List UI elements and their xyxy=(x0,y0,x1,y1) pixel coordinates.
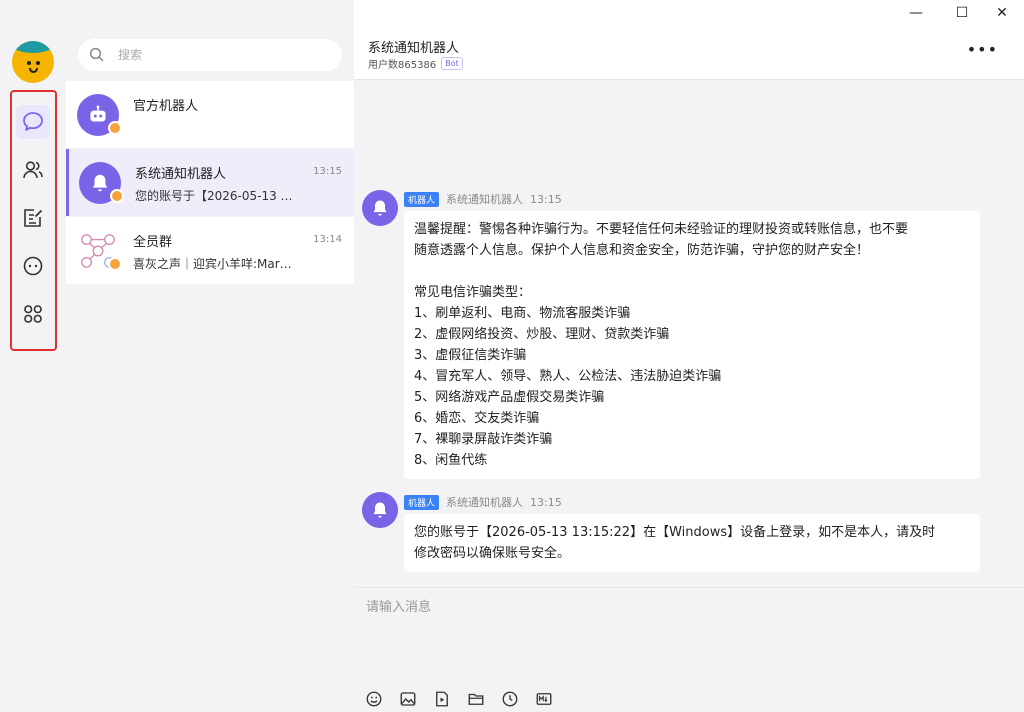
member-count: 用户数865386 xyxy=(368,60,437,71)
verified-badge xyxy=(110,189,124,203)
bell-icon xyxy=(92,174,108,192)
avatar-mouth xyxy=(29,68,38,73)
conversation-time: 13:15 xyxy=(313,166,342,177)
conversation-item[interactable]: 全员群 13:14 喜灰之声｜迎宾小羊咩:Mar… xyxy=(66,217,354,284)
message-meta: 机器人 系统通知机器人 13:15 xyxy=(404,494,562,510)
notes-edit-icon xyxy=(24,209,43,227)
message-sender: 系统通知机器人 xyxy=(446,496,524,509)
message-bubble: 温馨提醒：警惕各种诈骗行为。不要轻信任何未经验证的理财投资或转账信息，也不要 随… xyxy=(404,211,980,479)
robot-tag: 机器人 xyxy=(404,494,440,510)
conversation-item-active[interactable]: 系统通知机器人 13:15 您的账号于【2026-05-13 … xyxy=(66,149,354,216)
message-meta: 机器人 系统通知机器人 13:15 xyxy=(404,191,562,207)
message-avatar[interactable] xyxy=(362,190,398,226)
message-line: 您的账号于【2026-05-13 13:15:22】在【Windows】设备上登… xyxy=(414,525,936,540)
more-options-button[interactable]: ••• xyxy=(967,40,998,59)
message-avatar[interactable] xyxy=(362,492,398,528)
markdown-button[interactable] xyxy=(533,688,555,710)
robot-tag: 机器人 xyxy=(404,191,440,207)
search-input[interactable] xyxy=(118,48,318,62)
nav-bots[interactable] xyxy=(16,249,50,283)
robot-face-icon xyxy=(23,256,43,276)
message-line: 7、裸聊录屏敲诈类诈骗 xyxy=(414,432,553,447)
history-button[interactable] xyxy=(499,688,521,710)
message-bubble: 您的账号于【2026-05-13 13:15:22】在【Windows】设备上登… xyxy=(404,514,980,572)
emoji-icon xyxy=(366,691,382,707)
conversation-preview: 喜灰之声｜迎宾小羊咩:Mar… xyxy=(133,257,292,271)
image-icon xyxy=(400,692,416,706)
clock-icon xyxy=(502,691,518,707)
bot-tag: Bot xyxy=(441,57,463,70)
conversation-preview: 您的账号于【2026-05-13 … xyxy=(135,189,293,203)
emoji-button[interactable] xyxy=(363,688,385,710)
message-line: 8、闲鱼代练 xyxy=(414,453,488,468)
user-avatar[interactable] xyxy=(12,41,54,83)
nav-notes[interactable] xyxy=(16,201,50,235)
message-line: 6、婚恋、交友类诈骗 xyxy=(414,411,540,426)
chat-bubble-icon xyxy=(23,112,43,131)
message-time: 13:15 xyxy=(530,495,562,509)
message-line: 4、冒充军人、领导、熟人、公检法、违法胁迫类诈骗 xyxy=(414,369,722,384)
message-line: 1、刷单返利、电商、物流客服类诈骗 xyxy=(414,306,631,321)
message-line: 5、网络游戏产品虚假交易类诈骗 xyxy=(414,390,605,405)
conversation-name: 官方机器人 xyxy=(133,99,199,114)
message-line: 3、虚假征信类诈骗 xyxy=(414,348,527,363)
video-button[interactable] xyxy=(431,688,453,710)
conversation-name: 全员群 xyxy=(133,235,173,250)
chat-subtitle-row: 用户数865386 Bot xyxy=(368,56,463,71)
message-line xyxy=(414,261,970,282)
conversation-list: 官方机器人 系统通知机器人 13:15 您的账号于【2026-05-13 … 全… xyxy=(66,0,354,712)
conversation-name: 系统通知机器人 xyxy=(135,167,227,182)
apps-grid-icon xyxy=(24,305,42,323)
avatar-eye xyxy=(27,61,31,65)
window-titlebar: — ☐ ✕ xyxy=(354,0,1024,26)
verified-badge xyxy=(108,121,122,135)
message-line: 随意透露个人信息。保护个人信息和资金安全，防范诈骗，守护您的财产安全！ xyxy=(414,243,870,258)
conversation-time: 13:14 xyxy=(313,234,342,245)
message-line: 温馨提醒：警惕各种诈骗行为。不要轻信任何未经验证的理财投资或转账信息，也不要 xyxy=(414,222,909,237)
message-input[interactable] xyxy=(366,596,1006,676)
message-line: 修改密码以确保账号安全。 xyxy=(414,546,571,561)
minimize-button[interactable]: — xyxy=(906,4,926,22)
video-icon xyxy=(436,691,448,707)
maximize-button[interactable]: ☐ xyxy=(952,4,972,22)
image-button[interactable] xyxy=(397,688,419,710)
chat-panel: — ☐ ✕ 系统通知机器人 用户数865386 Bot ••• 机器人 系统通知… xyxy=(354,0,1024,712)
message-line: 2、虚假网络投资、炒股、理财、贷款类诈骗 xyxy=(414,327,670,342)
nav-messages[interactable] xyxy=(16,105,50,139)
verified-badge xyxy=(108,257,122,271)
chat-header: 系统通知机器人 用户数865386 Bot ••• xyxy=(354,26,1024,80)
search-box[interactable] xyxy=(78,39,342,71)
markdown-icon xyxy=(536,693,552,705)
folder-icon xyxy=(468,693,484,705)
message-time: 13:15 xyxy=(530,192,562,206)
nav-apps[interactable] xyxy=(16,297,50,331)
message-line: 常见电信诈骗类型： xyxy=(414,285,532,300)
contacts-icon xyxy=(23,161,43,179)
nav-rail xyxy=(0,0,66,712)
chat-title: 系统通知机器人 xyxy=(368,41,460,56)
nav-contacts[interactable] xyxy=(16,153,50,187)
search-icon xyxy=(89,47,104,62)
robot-icon xyxy=(90,105,106,122)
conversation-item[interactable]: 官方机器人 xyxy=(66,81,354,148)
message-sender: 系统通知机器人 xyxy=(446,193,524,206)
bell-icon xyxy=(373,502,387,518)
composer xyxy=(354,587,1024,712)
file-button[interactable] xyxy=(465,688,487,710)
avatar-eye xyxy=(36,61,40,65)
close-button[interactable]: ✕ xyxy=(992,4,1012,22)
bell-icon xyxy=(373,200,387,216)
